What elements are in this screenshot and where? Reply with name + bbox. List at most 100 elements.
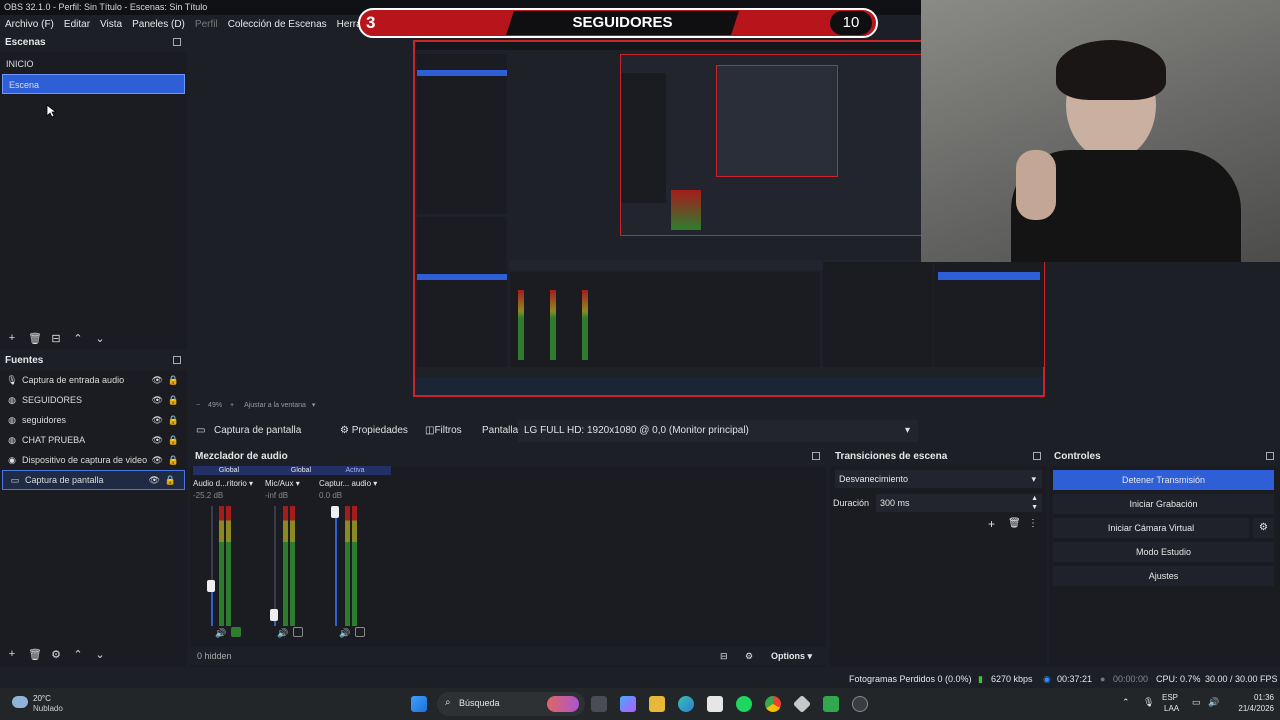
scene-item-escena[interactable]: Escena: [2, 74, 185, 94]
eye-icon[interactable]: 👁: [152, 375, 163, 386]
menu-vista[interactable]: Vista: [95, 16, 127, 34]
eye-icon[interactable]: 👁: [149, 475, 160, 486]
stop-streaming-button[interactable]: Detener Transmisión: [1053, 470, 1274, 490]
duration-input[interactable]: 300 ms ▲ ▼: [876, 494, 1042, 512]
add-icon[interactable]: +: [6, 332, 18, 344]
store-icon[interactable]: [707, 696, 723, 712]
volume-icon[interactable]: 🔊: [1208, 697, 1219, 708]
weather-temp[interactable]: 20°C: [33, 694, 51, 703]
trash-icon[interactable]: 🗑: [28, 332, 42, 345]
edge-icon[interactable]: [678, 696, 694, 712]
source-item[interactable]: ◍ seguidores 👁 🔒: [0, 410, 187, 430]
clock-time[interactable]: 01:36: [1230, 693, 1274, 702]
taskbar-search[interactable]: ⌕ Búsqueda: [437, 692, 585, 716]
add-icon[interactable]: +: [988, 517, 995, 531]
lock-icon[interactable]: 🔒: [168, 455, 179, 466]
file-explorer-icon[interactable]: [649, 696, 665, 712]
lock-icon[interactable]: 🔒: [168, 395, 179, 406]
menu-perfil[interactable]: Perfil: [190, 16, 223, 34]
dock-float-icon[interactable]: [1266, 452, 1274, 460]
menu-paneles[interactable]: Paneles (D): [127, 16, 190, 34]
options-button[interactable]: Options ▾: [771, 647, 812, 665]
copilot-icon[interactable]: [620, 696, 636, 712]
move-down-icon[interactable]: ⌄: [94, 332, 106, 345]
eye-icon[interactable]: 👁: [152, 395, 163, 406]
trash-icon[interactable]: 🗑: [1008, 518, 1021, 529]
channel-name-row[interactable]: Captur... audio ▾: [319, 479, 391, 488]
nested-selected-scene: [417, 70, 507, 76]
volume-fader[interactable]: [270, 608, 278, 621]
trash-icon[interactable]: 🗑: [28, 648, 42, 661]
dock-float-icon[interactable]: [812, 452, 820, 460]
dock-float-icon[interactable]: [173, 38, 181, 46]
source-item[interactable]: ◉ Dispositivo de captura de video 👁 🔒: [0, 450, 187, 470]
lock-icon[interactable]: 🔒: [168, 415, 179, 426]
lock-icon[interactable]: 🔒: [165, 475, 176, 486]
speaker-icon[interactable]: 🔊: [277, 628, 288, 639]
monitor-headphones-icon[interactable]: [231, 627, 241, 637]
weather-desc[interactable]: Nublado: [33, 704, 63, 713]
eye-icon[interactable]: 👁: [152, 455, 163, 466]
screen-select[interactable]: LG FULL HD: 1920x1080 @ 0,0 (Monitor pri…: [518, 420, 918, 442]
volume-fader[interactable]: [331, 506, 339, 518]
filter-icon[interactable]: ⊟: [50, 332, 62, 345]
lock-icon[interactable]: 🔒: [168, 435, 179, 446]
source-item[interactable]: ◍ CHAT PRUEBA 👁 🔒: [0, 430, 187, 450]
start-recording-button[interactable]: Iniciar Grabación: [1053, 494, 1274, 514]
move-up-icon[interactable]: ⌃: [72, 648, 84, 661]
chevron-up-icon[interactable]: ⌃: [1122, 697, 1130, 708]
source-item[interactable]: ◍ SEGUIDORES 👁 🔒: [0, 390, 187, 410]
chevron-down-icon[interactable]: ▾: [312, 402, 316, 409]
menu-editar[interactable]: Editar: [59, 16, 95, 34]
dock-float-icon[interactable]: [173, 356, 181, 364]
menu-coleccion-escenas[interactable]: Colección de Escenas: [223, 16, 332, 34]
filters-button[interactable]: ◫Filtros: [425, 420, 462, 442]
zoom-in-icon[interactable]: +: [230, 402, 234, 409]
start-virtual-camera-button[interactable]: Iniciar Cámara Virtual: [1053, 518, 1249, 538]
lock-icon[interactable]: 🔒: [168, 375, 179, 386]
keyboard-layout[interactable]: LAA: [1164, 704, 1179, 713]
properties-button[interactable]: ⚙ Propiedades: [340, 420, 408, 442]
language-code[interactable]: ESP: [1162, 693, 1178, 702]
move-down-icon[interactable]: ⌄: [94, 648, 106, 661]
bitrate: 6270 kbps: [991, 674, 1033, 684]
studio-mode-button[interactable]: Modo Estudio: [1053, 542, 1274, 562]
more-vertical-icon[interactable]: ⋮: [1028, 518, 1038, 529]
gear-icon[interactable]: ⚙: [50, 648, 62, 661]
app-green-icon[interactable]: [823, 696, 839, 712]
gear-icon[interactable]: ⚙: [745, 647, 753, 665]
monitor-headphones-icon[interactable]: [355, 627, 365, 637]
source-label: seguidores: [22, 415, 67, 425]
transition-type-select[interactable]: Desvanecimiento ▾: [835, 470, 1042, 488]
task-view-icon[interactable]: [591, 696, 607, 712]
obs-icon[interactable]: [852, 696, 868, 712]
app-diamond-icon[interactable]: [792, 694, 812, 714]
monitor-headphones-icon[interactable]: [293, 627, 303, 637]
network-icon[interactable]: ▭: [1192, 697, 1201, 708]
microphone-icon[interactable]: 🎙: [1143, 697, 1154, 708]
speaker-icon[interactable]: 🔊: [339, 628, 350, 639]
spinner-icon[interactable]: ▲ ▼: [1031, 494, 1038, 512]
dock-float-icon[interactable]: [1033, 452, 1041, 460]
spotify-icon[interactable]: [736, 696, 752, 712]
clock-date[interactable]: 21/4/2026: [1225, 704, 1274, 713]
speaker-icon[interactable]: 🔊: [215, 628, 226, 639]
add-icon[interactable]: +: [6, 648, 18, 660]
windows-start-icon[interactable]: [411, 696, 427, 712]
layout-icon[interactable]: ⊟: [720, 647, 728, 665]
gear-icon[interactable]: ⚙: [1253, 518, 1274, 538]
volume-fader[interactable]: [207, 580, 215, 593]
eye-icon[interactable]: 👁: [152, 415, 163, 426]
eye-icon[interactable]: 👁: [152, 435, 163, 446]
scene-item-inicio[interactable]: INICIO: [0, 54, 187, 74]
move-up-icon[interactable]: ⌃: [72, 332, 84, 345]
source-item-selected[interactable]: ▭ Captura de pantalla 👁 🔒: [2, 470, 185, 490]
channel-name-row[interactable]: Audio d...ritorio ▾: [193, 479, 265, 488]
menu-archivo[interactable]: Archivo (F): [0, 16, 59, 34]
source-item[interactable]: 🎙 Captura de entrada audio 👁 🔒: [0, 370, 187, 390]
chrome-icon[interactable]: [765, 696, 781, 712]
zoom-out-icon[interactable]: −: [196, 402, 200, 409]
sources-dock-title: Fuentes: [0, 352, 187, 370]
settings-button[interactable]: Ajustes: [1053, 566, 1274, 586]
zoom-fit-select[interactable]: Ajustar a la ventana: [244, 402, 306, 409]
